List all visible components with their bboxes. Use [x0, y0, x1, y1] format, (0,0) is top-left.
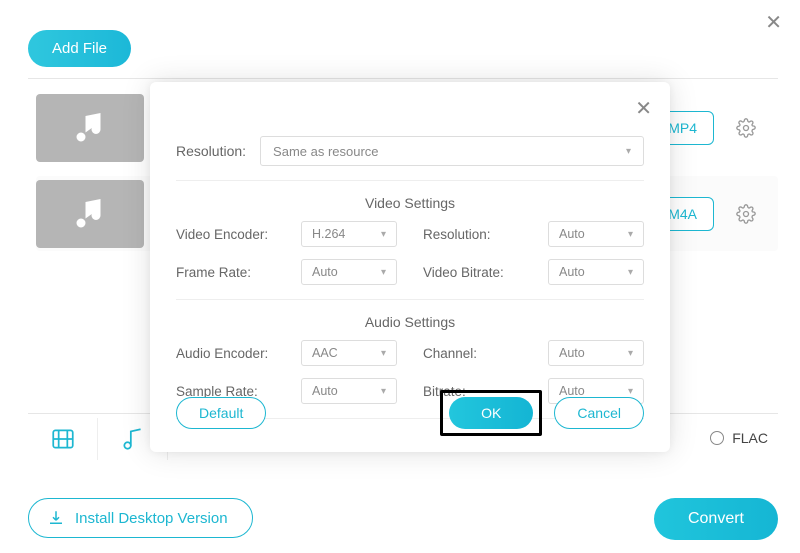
chevron-down-icon: ▾ [381, 348, 386, 359]
music-note-icon [72, 110, 108, 146]
audio-encoder-select[interactable]: AAC ▾ [301, 340, 397, 366]
select-value: Auto [559, 346, 585, 360]
tab-video[interactable] [28, 418, 98, 460]
close-icon[interactable]: ✕ [765, 10, 782, 35]
ok-button[interactable]: OK [449, 397, 533, 429]
audio-thumbnail [36, 94, 144, 162]
frame-rate-label: Frame Rate: [176, 265, 251, 280]
music-note-icon [72, 196, 108, 232]
frame-rate-select[interactable]: Auto ▾ [301, 259, 397, 285]
resolution-select[interactable]: Same as resource ▾ [260, 136, 644, 166]
radio-circle-icon [710, 431, 724, 445]
chevron-down-icon: ▾ [626, 146, 631, 157]
chevron-down-icon: ▾ [381, 267, 386, 278]
select-value: H.264 [312, 227, 345, 241]
download-icon [47, 509, 65, 527]
chevron-down-icon: ▾ [628, 267, 633, 278]
chevron-down-icon: ▾ [381, 229, 386, 240]
divider [176, 299, 644, 300]
video-bitrate-select[interactable]: Auto ▾ [548, 259, 644, 285]
select-value: AAC [312, 346, 338, 360]
video-encoder-select[interactable]: H.264 ▾ [301, 221, 397, 247]
video-resolution-label: Resolution: [423, 227, 491, 242]
divider [176, 180, 644, 181]
video-bitrate-label: Video Bitrate: [423, 265, 504, 280]
select-value: Auto [559, 227, 585, 241]
radio-flac[interactable]: FLAC [710, 430, 768, 446]
install-desktop-button[interactable]: Install Desktop Version [28, 498, 253, 538]
select-value: Auto [559, 265, 585, 279]
settings-dialog: ✕ Resolution: Same as resource ▾ Video S… [150, 82, 670, 452]
channel-label: Channel: [423, 346, 477, 361]
section-title-video: Video Settings [176, 195, 644, 211]
install-label: Install Desktop Version [75, 510, 228, 527]
chevron-down-icon: ▾ [628, 229, 633, 240]
chevron-down-icon: ▾ [628, 348, 633, 359]
audio-thumbnail [36, 180, 144, 248]
radio-label: FLAC [732, 430, 768, 446]
audio-encoder-label: Audio Encoder: [176, 346, 268, 361]
convert-button[interactable]: Convert [654, 498, 778, 540]
divider [28, 78, 778, 79]
format-tabbar [28, 418, 168, 460]
close-icon[interactable]: ✕ [635, 96, 652, 121]
film-icon [50, 426, 76, 452]
section-title-audio: Audio Settings [176, 314, 644, 330]
channel-select[interactable]: Auto ▾ [548, 340, 644, 366]
music-icon [120, 426, 146, 452]
gear-icon[interactable] [734, 202, 758, 226]
select-value: Auto [312, 265, 338, 279]
gear-icon[interactable] [734, 116, 758, 140]
cancel-button[interactable]: Cancel [554, 397, 644, 429]
resolution-value: Same as resource [273, 144, 379, 159]
video-encoder-label: Video Encoder: [176, 227, 268, 242]
add-file-button[interactable]: Add File [28, 30, 131, 67]
video-resolution-select[interactable]: Auto ▾ [548, 221, 644, 247]
default-button[interactable]: Default [176, 397, 266, 429]
ok-highlight-box: OK [440, 390, 542, 436]
resolution-label: Resolution: [176, 143, 246, 159]
